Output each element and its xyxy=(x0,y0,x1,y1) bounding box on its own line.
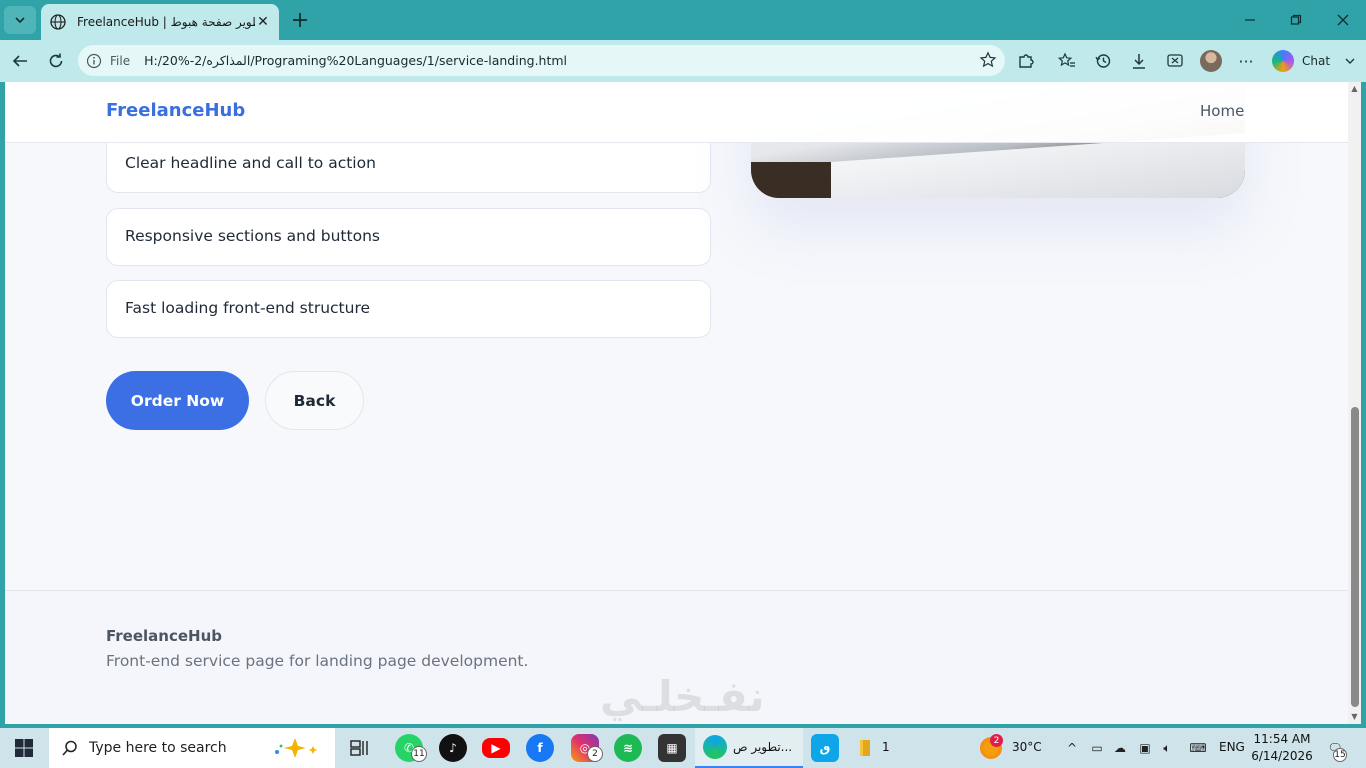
facebook-icon[interactable]: f xyxy=(526,734,554,762)
taskbar-clock[interactable]: 11:54 AM 6/14/2026 xyxy=(1250,731,1314,765)
chevron-down-icon xyxy=(1345,58,1355,64)
hero-image-shadow xyxy=(751,162,841,198)
page-scrollbar[interactable]: ▲ ▼ xyxy=(1348,82,1361,724)
screenshot-icon xyxy=(1167,54,1183,67)
sparkle-icon xyxy=(275,738,318,758)
footer-description: Front-end service page for landing page … xyxy=(106,652,529,670)
instagram-badge: 2 xyxy=(587,746,603,762)
extensions-button[interactable] xyxy=(1013,48,1039,74)
explorer-window-label: 1 xyxy=(882,740,890,754)
feature-item: Fast loading front-end structure xyxy=(106,280,711,338)
info-icon xyxy=(86,53,102,68)
volume-icon[interactable]: 🔈︎ xyxy=(1158,739,1176,757)
close-icon xyxy=(1337,14,1349,26)
chat-label: Chat xyxy=(1302,54,1331,68)
profile-avatar[interactable] xyxy=(1198,48,1224,74)
feature-label: Clear headline and call to action xyxy=(125,154,376,172)
window-frame-right xyxy=(1361,82,1366,724)
keyboard-icon[interactable]: ⌨ xyxy=(1186,739,1210,757)
whatsapp-badge: 11 xyxy=(411,746,427,762)
media-app-icon[interactable]: ▦ xyxy=(658,734,686,762)
browser-titlebar: FreelanceHub | تطوير صفحة هبوط ✕ + xyxy=(0,0,1366,40)
footer-brand: FreelanceHub xyxy=(106,627,223,645)
device-icon[interactable]: ▭ xyxy=(1088,739,1106,757)
youtube-icon[interactable]: ▶ xyxy=(482,738,510,758)
task-view-icon[interactable] xyxy=(346,734,374,762)
refresh-icon xyxy=(49,53,63,68)
notifications-badge: 15 xyxy=(1333,748,1347,762)
favorite-star-icon[interactable] xyxy=(979,51,997,69)
taskbar-edge-window[interactable]: تطوير ص... xyxy=(695,728,803,768)
feature-item: Responsive sections and buttons xyxy=(106,208,711,266)
search-placeholder: Type here to search xyxy=(89,740,227,756)
temperature[interactable]: 30°C xyxy=(1012,740,1042,754)
edge-browser-icon xyxy=(703,735,727,759)
site-brand-logo[interactable]: FreelanceHub xyxy=(106,100,245,121)
file-explorer-icon[interactable] xyxy=(852,734,880,762)
favorites-button[interactable] xyxy=(1054,48,1080,74)
tab-actions-menu-button[interactable] xyxy=(4,6,36,34)
minimize-icon xyxy=(1245,19,1255,21)
network-icon[interactable]: ▣ xyxy=(1136,739,1154,757)
windows-start-icon[interactable] xyxy=(14,738,34,758)
onedrive-icon[interactable]: ☁ xyxy=(1111,739,1129,757)
history-button[interactable] xyxy=(1090,48,1116,74)
clock-time: 11:54 AM xyxy=(1253,732,1311,746)
avatar-icon xyxy=(1200,50,1222,72)
scroll-down-arrow-icon[interactable]: ▼ xyxy=(1350,712,1359,721)
restore-button[interactable] xyxy=(1284,8,1308,32)
chevron-up-icon[interactable]: ^ xyxy=(1063,739,1081,757)
order-now-button[interactable]: Order Now xyxy=(106,371,249,430)
close-tab-icon[interactable]: ✕ xyxy=(255,14,271,30)
arrow-left-icon xyxy=(12,55,27,67)
copilot-chat-button[interactable]: Chat xyxy=(1272,48,1330,74)
copilot-icon xyxy=(1272,50,1294,72)
refresh-button[interactable] xyxy=(43,48,69,74)
restore-icon xyxy=(1290,14,1302,25)
sidebar-toggle-button[interactable] xyxy=(1337,48,1363,74)
puzzle-icon xyxy=(1019,54,1034,68)
search-icon xyxy=(62,740,77,756)
url-scheme: File xyxy=(110,53,131,68)
nav-link-home[interactable]: Home xyxy=(1200,102,1244,120)
windows-taskbar: Type here to search ✆ 11 ♪ ▶ f ◎ 2 ≋ ▦ ت… xyxy=(0,728,1366,768)
page-viewport: FreelanceHub Home Clear headline and cal… xyxy=(5,82,1348,724)
chevron-down-icon xyxy=(15,17,25,24)
feature-label: Fast loading front-end structure xyxy=(125,299,371,317)
close-window-button[interactable] xyxy=(1331,8,1355,32)
taskbar-search-box[interactable]: Type here to search xyxy=(49,728,335,768)
browser-tab-active[interactable]: FreelanceHub | تطوير صفحة هبوط ✕ xyxy=(41,4,279,40)
new-tab-button[interactable]: + xyxy=(288,9,312,33)
spotify-icon[interactable]: ≋ xyxy=(614,734,642,762)
tab-title: FreelanceHub | تطوير صفحة هبوط xyxy=(77,15,255,29)
feature-label: Responsive sections and buttons xyxy=(125,227,380,245)
back-nav-button[interactable] xyxy=(7,48,33,74)
weather-badge: 2 xyxy=(990,734,1003,747)
minimize-button[interactable] xyxy=(1238,8,1262,32)
ellipsis-icon: ··· xyxy=(1238,51,1254,71)
download-icon xyxy=(1133,54,1145,69)
history-icon xyxy=(1095,54,1111,68)
clock-date: 6/14/2026 xyxy=(1251,749,1313,763)
favorites-star-list-icon xyxy=(1058,52,1075,67)
feature-item: Clear headline and call to action xyxy=(106,135,711,193)
tiktok-icon[interactable]: ♪ xyxy=(439,734,467,762)
back-button[interactable]: Back xyxy=(265,371,364,430)
active-window-label: تطوير ص... xyxy=(733,740,793,754)
screenshot-button[interactable] xyxy=(1162,48,1188,74)
input-language[interactable]: ENG xyxy=(1219,740,1245,754)
address-bar[interactable]: File H:/20%-2/المذاكره/Programing%20Lang… xyxy=(78,45,1005,76)
app-o-icon[interactable]: ٯ xyxy=(811,734,839,762)
watermark-logo: نفـخلـي xyxy=(600,672,765,721)
globe-icon xyxy=(50,14,66,30)
downloads-button[interactable] xyxy=(1126,48,1152,74)
browser-toolbar: File H:/20%-2/المذاكره/Programing%20Lang… xyxy=(0,40,1366,82)
site-header: FreelanceHub Home xyxy=(5,82,1348,143)
scrollbar-thumb[interactable] xyxy=(1351,407,1359,707)
more-menu-button[interactable]: ··· xyxy=(1233,48,1259,74)
url-text[interactable]: H:/20%-2/المذاكره/Programing%20Languages… xyxy=(144,53,567,68)
scroll-up-arrow-icon[interactable]: ▲ xyxy=(1350,84,1359,93)
